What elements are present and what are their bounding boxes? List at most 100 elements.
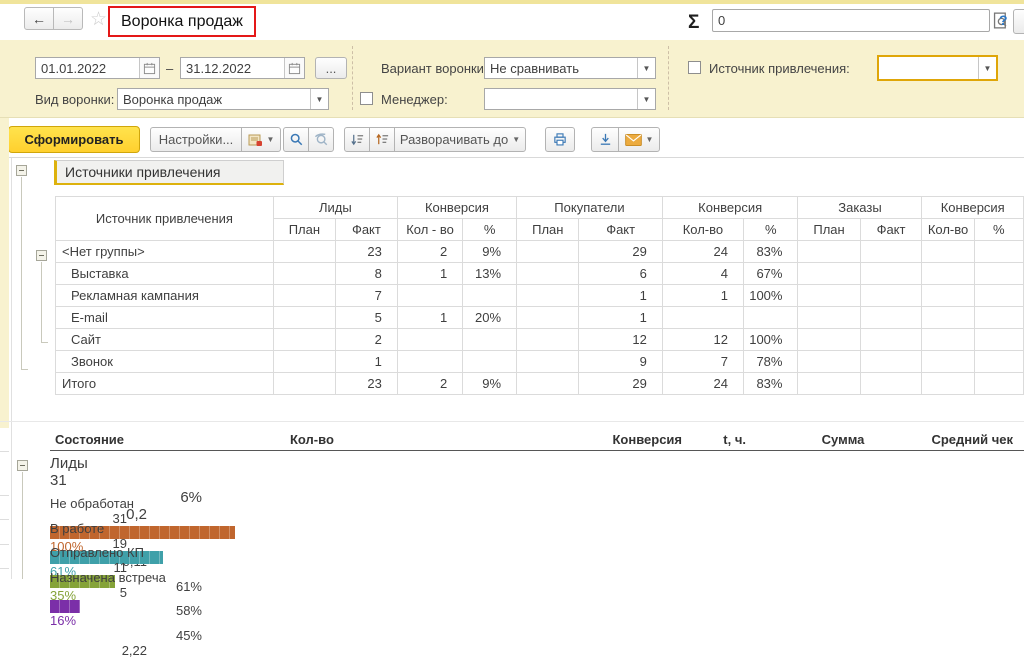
value-cell[interactable] (974, 241, 1023, 263)
value-cell[interactable]: 23 (335, 373, 397, 395)
value-cell[interactable]: 1 (397, 263, 462, 285)
value-cell[interactable] (922, 307, 974, 329)
value-cell[interactable] (662, 307, 743, 329)
sort-descending-button[interactable] (344, 127, 370, 152)
value-cell[interactable]: 4 (662, 263, 743, 285)
subheader[interactable]: Факт (335, 219, 397, 241)
chevron-down-icon[interactable]: ▼ (637, 58, 655, 78)
value-cell[interactable]: 29 (579, 241, 662, 263)
header-conversion[interactable]: Конверсия (397, 197, 516, 219)
value-cell[interactable]: 6 (579, 263, 662, 285)
subheader[interactable]: % (463, 219, 517, 241)
value-cell[interactable]: 7 (335, 285, 397, 307)
value-cell[interactable] (974, 373, 1023, 395)
value-cell[interactable]: 23 (335, 241, 397, 263)
source-name-cell[interactable]: Итого (56, 373, 274, 395)
calendar-icon[interactable] (139, 58, 159, 78)
value-cell[interactable]: 1 (579, 285, 662, 307)
funnel-conversion-cell[interactable]: 45% (50, 628, 202, 643)
value-cell[interactable] (860, 351, 922, 373)
value-cell[interactable] (517, 285, 579, 307)
period-from-field[interactable]: 01.01.2022 (35, 57, 160, 79)
source-name-cell[interactable]: Рекламная кампания (56, 285, 274, 307)
value-cell[interactable] (860, 307, 922, 329)
funnel-stage-label[interactable]: Отправлено КП (50, 545, 1024, 560)
value-cell[interactable] (922, 329, 974, 351)
value-cell[interactable] (860, 329, 922, 351)
subheader[interactable]: Кол-во (662, 219, 743, 241)
subheader[interactable]: Факт (579, 219, 662, 241)
value-cell[interactable] (860, 285, 922, 307)
sum-field[interactable]: 0 (712, 9, 990, 32)
value-cell[interactable]: 7 (662, 351, 743, 373)
value-cell[interactable] (273, 307, 335, 329)
source-checkbox[interactable] (688, 61, 701, 74)
value-cell[interactable]: 13% (463, 263, 517, 285)
clear-search-button[interactable] (308, 127, 334, 152)
value-cell[interactable]: 24 (662, 373, 743, 395)
subheader[interactable]: Кол - во (397, 219, 462, 241)
value-cell[interactable]: 12 (662, 329, 743, 351)
value-cell[interactable] (974, 351, 1023, 373)
value-cell[interactable] (798, 351, 860, 373)
period-more-button[interactable]: ... (315, 57, 347, 79)
value-cell[interactable] (517, 307, 579, 329)
funnel-stage-label[interactable]: В работе (50, 521, 1024, 536)
value-cell[interactable] (463, 351, 517, 373)
favorite-star-icon[interactable]: ☆ (90, 8, 107, 31)
value-cell[interactable] (517, 263, 579, 285)
value-cell[interactable]: 24 (662, 241, 743, 263)
partial-edge-button[interactable] (1013, 9, 1024, 34)
header-leads[interactable]: Лиды (273, 197, 397, 219)
collapse-group-no-group[interactable] (36, 250, 47, 261)
value-cell[interactable]: 20% (463, 307, 517, 329)
forward-button[interactable]: → (53, 7, 83, 30)
value-cell[interactable] (798, 285, 860, 307)
value-cell[interactable] (798, 307, 860, 329)
header-state[interactable]: Состояние (55, 432, 124, 447)
value-cell[interactable] (974, 329, 1023, 351)
send-email-button[interactable]: ▼ (618, 127, 660, 152)
leads-count[interactable]: 31 (50, 472, 1024, 489)
settings-button[interactable]: Настройки... (150, 127, 242, 152)
source-name-cell[interactable]: Звонок (56, 351, 274, 373)
value-cell[interactable] (273, 285, 335, 307)
value-cell[interactable]: 29 (579, 373, 662, 395)
funnel-count-cell[interactable]: 5 (50, 585, 127, 600)
value-cell[interactable]: 5 (335, 307, 397, 329)
chevron-down-icon[interactable]: ▼ (637, 89, 655, 109)
report-variants-button[interactable]: ▼ (241, 127, 281, 152)
chevron-down-icon[interactable]: ▼ (978, 57, 996, 79)
chevron-down-icon[interactable]: ▼ (310, 89, 328, 109)
value-cell[interactable] (463, 285, 517, 307)
value-cell[interactable]: 1 (579, 307, 662, 329)
value-cell[interactable]: 100% (743, 285, 797, 307)
value-cell[interactable] (273, 263, 335, 285)
header-orders[interactable]: Заказы (798, 197, 922, 219)
value-cell[interactable] (922, 285, 974, 307)
back-button[interactable]: ← (24, 7, 54, 30)
search-button[interactable] (283, 127, 309, 152)
subheader[interactable]: План (798, 219, 860, 241)
value-cell[interactable]: 100% (743, 329, 797, 351)
funnel-stage-label[interactable]: Назначена встреча (50, 570, 1024, 585)
subheader[interactable]: План (273, 219, 335, 241)
subheader[interactable]: Кол-во (922, 219, 974, 241)
header-time[interactable]: t, ч. (650, 432, 746, 447)
generate-button[interactable]: Сформировать (8, 126, 140, 153)
period-to-field[interactable]: 31.12.2022 (180, 57, 305, 79)
value-cell[interactable]: 67% (743, 263, 797, 285)
subheader[interactable]: % (974, 219, 1023, 241)
source-name-cell[interactable]: Выставка (56, 263, 274, 285)
value-cell[interactable]: 9% (463, 373, 517, 395)
value-cell[interactable] (974, 307, 1023, 329)
value-cell[interactable] (273, 241, 335, 263)
value-cell[interactable] (517, 373, 579, 395)
expand-to-button[interactable]: Разворачивать до▼ (394, 127, 526, 152)
value-cell[interactable]: 2 (397, 373, 462, 395)
subheader[interactable]: Факт (860, 219, 922, 241)
period-to-value[interactable]: 31.12.2022 (181, 61, 284, 76)
period-from-value[interactable]: 01.01.2022 (36, 61, 139, 76)
section-title-cell[interactable]: Источники привлечения (54, 160, 284, 185)
leads-group-row[interactable]: Лиды 31 6% 0,2 (50, 455, 1024, 485)
